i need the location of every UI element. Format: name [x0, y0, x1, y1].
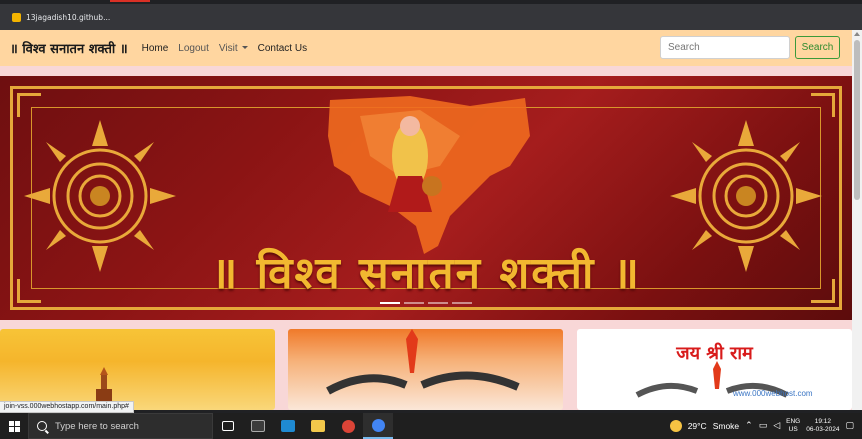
scroll-up-icon[interactable]	[854, 32, 860, 36]
nav-visit-dropdown[interactable]: Visit	[219, 43, 248, 54]
terminal-icon[interactable]	[243, 413, 273, 439]
chevron-down-icon	[241, 46, 248, 50]
volume-icon[interactable]: ◁	[773, 421, 780, 431]
carousel-indicator[interactable]	[404, 302, 424, 304]
notification-icon[interactable]: ▢	[845, 421, 854, 431]
hero-carousel[interactable]: ॥ विश्व सनातन शक्ती ॥	[0, 76, 852, 320]
search-icon	[37, 421, 47, 431]
bookmark-label: 13jagadish10.github...	[26, 12, 111, 22]
vscode-icon[interactable]	[273, 413, 303, 439]
card-temple[interactable]	[0, 329, 275, 410]
task-view-icon[interactable]	[213, 413, 243, 439]
page-scrollbar[interactable]	[852, 30, 862, 410]
navbar-brand[interactable]: ॥ विश्व सनातन शक्ती ॥	[10, 39, 128, 57]
cards-row: जय श्री राम www.000webhost.com	[0, 329, 852, 410]
nav-contact[interactable]: Contact Us	[258, 43, 307, 54]
region-code: US	[788, 426, 798, 433]
weather-temperature[interactable]: 29°C	[688, 421, 707, 431]
chrome-icon[interactable]	[333, 413, 363, 439]
clock-time: 19:12	[814, 418, 831, 425]
nav-logout[interactable]: Logout	[178, 43, 209, 54]
windows-logo-icon	[8, 420, 20, 432]
navbar: ॥ विश्व सनातन शक्ती ॥ Home Logout Visit …	[0, 30, 852, 66]
page-viewport: ॥ विश्व सनातन शक्ती ॥ Home Logout Visit …	[0, 30, 852, 410]
tab-accent	[110, 0, 150, 2]
nav-visit-label: Visit	[218, 42, 238, 54]
carousel-indicator[interactable]	[452, 302, 472, 304]
language-code: ENG	[786, 418, 801, 425]
navbar-search: Search	[660, 36, 840, 59]
card-watermark: www.000webhost.com	[733, 389, 813, 398]
carousel-indicator[interactable]	[428, 302, 448, 304]
bookmarks-bar: 13jagadish10.github...	[0, 4, 862, 30]
browser-status-url: join-vss.000webhostapp.com/main.php#	[0, 401, 134, 413]
system-tray: 29°C Smoke ⌃ ▭ ◁ ENG US 19:12 06-03-2024…	[669, 413, 862, 439]
network-icon[interactable]: ▭	[759, 421, 768, 431]
language-indicator[interactable]: ENG US	[786, 418, 800, 434]
taskbar-search[interactable]: Type here to search	[28, 413, 213, 439]
india-map-goddess-image	[328, 96, 530, 254]
carousel-indicator[interactable]	[380, 302, 400, 304]
banner-title: ॥ विश्व सनातन शक्ती ॥	[210, 248, 642, 299]
taskbar-search-text: Type here to search	[55, 420, 139, 432]
bookmark-icon	[12, 12, 21, 22]
windows-taskbar: Type here to search 29°C Smoke ⌃ ▭ ◁ ENG…	[0, 413, 862, 439]
clock[interactable]: 19:12 06-03-2024	[806, 418, 839, 434]
weather-condition[interactable]: Smoke	[713, 421, 739, 431]
carousel-indicators	[380, 302, 472, 304]
chrome-active-icon[interactable]	[363, 413, 393, 439]
weather-icon[interactable]	[669, 420, 682, 432]
file-explorer-icon[interactable]	[303, 413, 333, 439]
card-jai-shri-ram[interactable]: जय श्री राम www.000webhost.com	[577, 329, 852, 410]
temple-image	[96, 367, 112, 410]
clock-date: 06-03-2024	[806, 426, 840, 433]
search-input[interactable]	[660, 36, 790, 59]
start-button[interactable]	[0, 413, 28, 439]
chevron-up-icon[interactable]: ⌃	[745, 421, 753, 431]
scroll-thumb[interactable]	[854, 40, 860, 200]
screen: 13jagadish10.github... ॥ विश्व सनातन शक्…	[0, 0, 862, 439]
search-button[interactable]: Search	[795, 36, 840, 59]
nav-home[interactable]: Home	[142, 43, 169, 54]
bookmark-item[interactable]: 13jagadish10.github...	[8, 7, 114, 27]
tilak-face-image	[326, 329, 520, 395]
card-face[interactable]	[288, 329, 563, 410]
